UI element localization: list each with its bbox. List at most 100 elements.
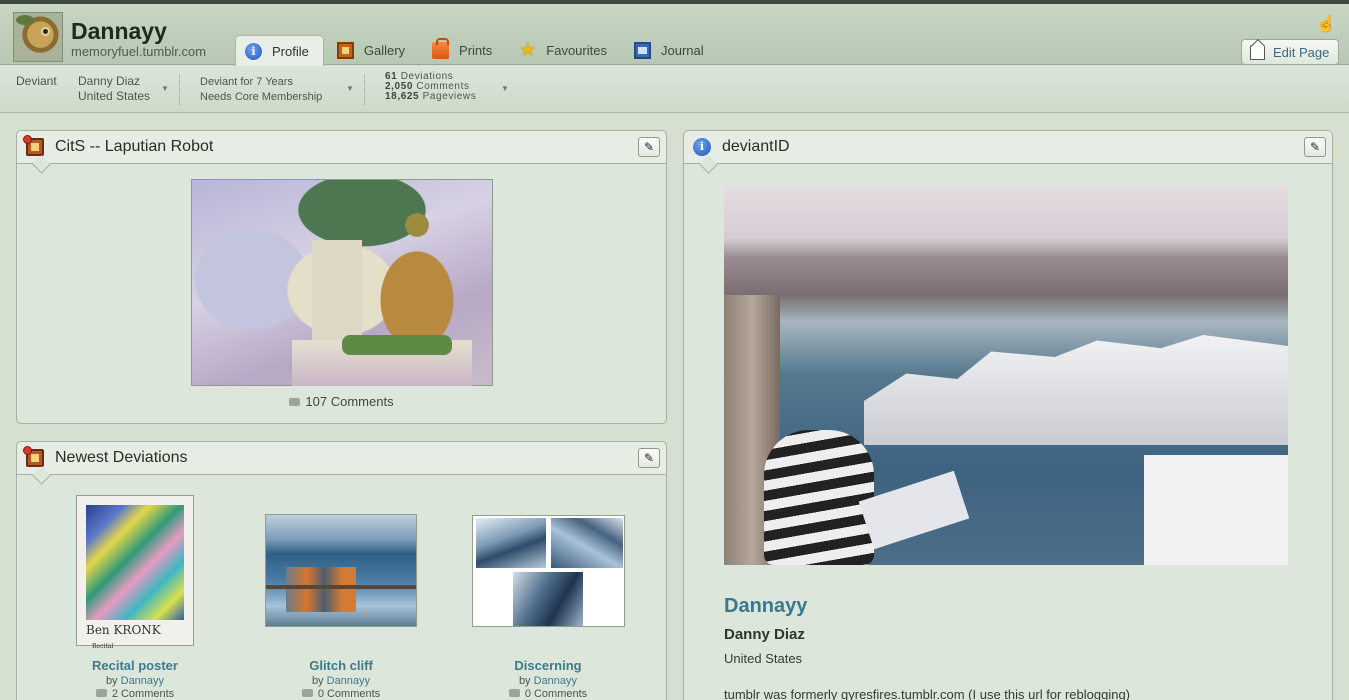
thumb-title[interactable]: Glitch cliff — [251, 658, 431, 673]
discerning-panel-3 — [513, 572, 583, 626]
thumb-comments[interactable]: 2 Comments — [45, 688, 225, 700]
thumb-by: by Dannayy — [251, 675, 431, 687]
info-icon: i — [245, 43, 262, 60]
tab-profile-label: Profile — [272, 44, 309, 59]
edit-pencil-button[interactable]: ✎ — [638, 448, 660, 468]
chevron-down-icon[interactable]: ▼ — [161, 84, 169, 93]
comment-bubble-icon — [95, 689, 107, 697]
tab-prints-label: Prints — [459, 43, 493, 58]
author-link[interactable]: Dannayy — [121, 675, 164, 687]
real-name: Danny Diaz — [78, 74, 141, 88]
poster-art — [86, 505, 184, 620]
tab-favourites-label: Favourites — [546, 43, 607, 58]
hand-cursor-icon: ☝ — [1316, 16, 1336, 33]
avatar-leaf — [16, 15, 34, 25]
deviation-icon — [23, 135, 44, 156]
featured-comments[interactable]: 107 Comments — [17, 394, 666, 409]
comment-bubble-icon — [301, 689, 313, 697]
deviant-type: Deviant — [16, 74, 57, 88]
artwork-foliage — [342, 335, 452, 355]
tab-gallery[interactable]: Gallery — [328, 35, 419, 66]
chevron-down-icon[interactable]: ▼ — [346, 84, 354, 93]
thumb-title[interactable]: Discerning — [458, 658, 638, 673]
gallery-icon — [336, 42, 354, 59]
discerning-panel-1 — [476, 518, 546, 568]
site-url[interactable]: memoryfuel.tumblr.com — [71, 44, 206, 59]
info-icon: i — [693, 138, 711, 156]
stats-divider — [179, 75, 180, 105]
cliff-figures — [286, 567, 356, 612]
avatar[interactable] — [13, 12, 63, 62]
pageviews-count: 18,625 — [385, 91, 420, 102]
deviation-icon — [23, 446, 44, 467]
deviantid-real-name: Danny Diaz — [724, 626, 805, 643]
star-icon: ★ — [519, 40, 537, 61]
featured-panel-header: CitS -- Laputian Robot ✎ — [17, 131, 666, 164]
edit-pencil-button[interactable]: ✎ — [1304, 137, 1326, 157]
poster-small-text: Recital — [92, 643, 114, 650]
featured-artwork[interactable] — [191, 179, 493, 386]
pencil-icon: ✎ — [643, 140, 655, 154]
photo-sketchbook — [858, 470, 970, 550]
thumb-by: by Dannayy — [458, 675, 638, 687]
author-link[interactable]: Dannayy — [327, 675, 370, 687]
newest-title: Newest Deviations — [55, 449, 188, 466]
profile-header: Dannayy memoryfuel.tumblr.com i Profile … — [0, 4, 1349, 67]
thumb-comments-text: 0 Comments — [317, 688, 381, 700]
cliff-railing — [266, 585, 416, 589]
deviantid-title: deviantID — [722, 138, 790, 155]
by-text: by — [311, 675, 324, 687]
photo-building — [1144, 455, 1288, 565]
thumbnail-recital-poster[interactable]: Ben KRONK Recital — [76, 495, 194, 650]
country: United States — [78, 89, 151, 103]
prints-icon — [432, 38, 450, 59]
tab-favourites[interactable]: ★ Favourites — [510, 35, 621, 66]
deviantid-country: United States — [724, 651, 803, 666]
edit-page-button[interactable]: Edit Page — [1241, 39, 1339, 65]
thumbnail-discerning[interactable] — [472, 515, 625, 627]
tab-prints[interactable]: Prints — [423, 35, 506, 66]
thumb-comments[interactable]: 0 Comments — [251, 688, 431, 700]
newest-panel-header: Newest Deviations ✎ — [17, 442, 666, 475]
deviantid-bio: tumblr was formerly gyresfires.tumblr.co… — [724, 687, 1131, 700]
photo-person — [764, 430, 874, 565]
pencil-icon: ✎ — [1309, 140, 1321, 154]
home-icon — [1250, 44, 1265, 60]
poster-text: Ben KRONK Recital — [86, 623, 161, 650]
edit-page-label: Edit Page — [1273, 44, 1330, 60]
username-title[interactable]: Dannayy — [71, 18, 167, 45]
tab-gallery-label: Gallery — [363, 43, 406, 58]
stats-divider — [364, 75, 365, 105]
tab-journal[interactable]: Journal — [625, 35, 718, 66]
tab-profile[interactable]: i Profile — [235, 35, 324, 67]
photo-village — [864, 335, 1288, 445]
deviantid-panel-header: i deviantID ✎ — [684, 131, 1332, 164]
tab-journal-label: Journal — [660, 43, 704, 58]
chevron-down-icon[interactable]: ▼ — [501, 84, 509, 93]
edit-pencil-button[interactable]: ✎ — [638, 137, 660, 157]
deviantid-photo — [724, 185, 1288, 565]
thumb-comments-text: 0 Comments — [524, 688, 588, 700]
thumbnail-glitch-cliff[interactable] — [265, 514, 417, 627]
avatar-eye — [41, 27, 50, 36]
pencil-icon: ✎ — [643, 451, 655, 465]
by-text: by — [518, 675, 531, 687]
pageviews-label: Pageviews — [422, 91, 477, 102]
pageviews-stat: 18,625 Pageviews — [385, 92, 476, 102]
profile-tabs: i Profile Gallery Prints ★ Favourites Jo… — [235, 35, 722, 67]
featured-title[interactable]: CitS -- Laputian Robot — [55, 138, 213, 156]
featured-comments-text: 107 Comments — [305, 394, 394, 409]
author-link[interactable]: Dannayy — [534, 675, 577, 687]
newest-deviations-panel: Newest Deviations ✎ Ben KRONK Recital Re… — [16, 441, 667, 700]
membership-status: Needs Core Membership — [200, 91, 323, 103]
deviantid-username[interactable]: Dannayy — [724, 595, 807, 618]
thumb-title[interactable]: Recital poster — [45, 658, 225, 673]
comment-bubble-icon — [289, 398, 301, 406]
thumb-by: by Dannayy — [45, 675, 225, 687]
thumb-comments-text: 2 Comments — [111, 688, 175, 700]
by-text: by — [105, 675, 118, 687]
featured-deviation-panel: CitS -- Laputian Robot ✎ 107 Comments — [16, 130, 667, 424]
thumb-comments[interactable]: 0 Comments — [458, 688, 638, 700]
deviantid-panel: i deviantID ✎ Dannayy Danny Diaz United … — [683, 130, 1333, 700]
deviant-for: Deviant for 7 Years — [200, 76, 293, 88]
